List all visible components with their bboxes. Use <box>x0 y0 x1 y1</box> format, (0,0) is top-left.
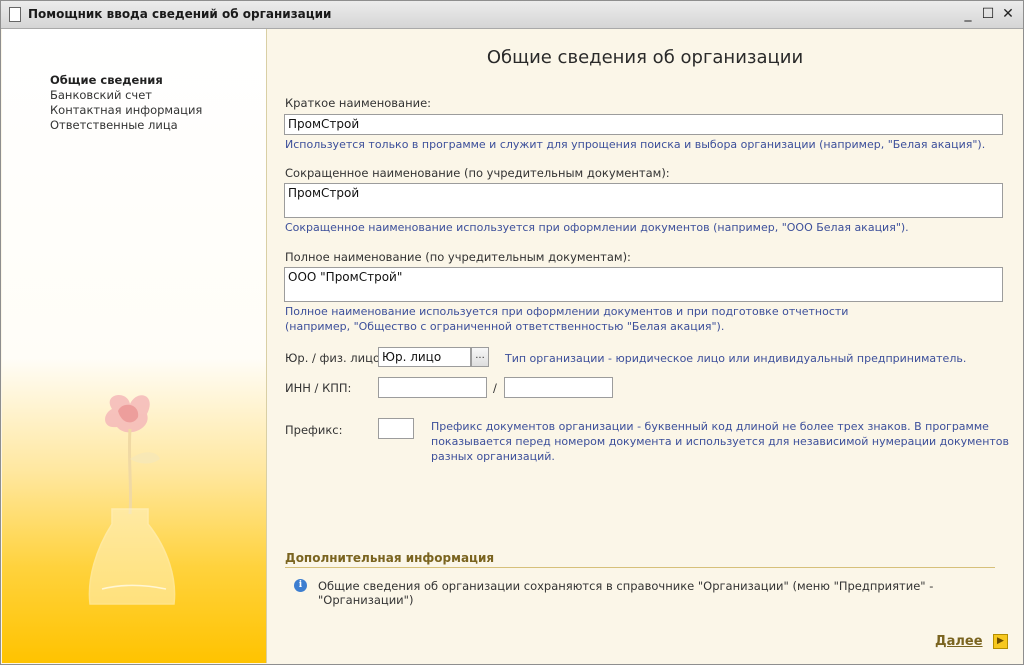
short-name-field[interactable]: ПромСтрой <box>284 114 1003 135</box>
kpp-field[interactable] <box>504 377 613 398</box>
entity-type-label: Юр. / физ. лицо: <box>285 351 384 365</box>
prefix-hint-line2: показывается перед номером документа и и… <box>431 435 1010 448</box>
abbr-name-label: Сокращенное наименование (по учредительн… <box>285 166 670 180</box>
window-title: Помощник ввода сведений об организации <box>28 7 332 21</box>
inn-kpp-label: ИНН / КПП: <box>285 381 352 395</box>
maximize-button[interactable]: ☐ <box>979 5 997 23</box>
entity-type-hint: Тип организации - юридическое лицо или и… <box>505 352 967 365</box>
info-icon: i <box>294 579 307 592</box>
nav-item-contacts[interactable]: Контактная информация <box>50 103 202 118</box>
full-name-field[interactable]: ООО "ПромСтрой" <box>284 267 1003 302</box>
next-button[interactable]: Далее <box>935 634 983 649</box>
entity-type-select-button[interactable]: ... <box>471 347 489 367</box>
abbr-name-field[interactable]: ПромСтрой <box>284 183 1003 218</box>
document-icon <box>9 7 21 22</box>
prefix-hint-line3: разных организаций. <box>431 450 555 463</box>
full-name-hint-line2: (например, "Общество с ограниченной отве… <box>285 320 725 333</box>
prefix-label: Префикс: <box>285 423 343 437</box>
prefix-hint-line1: Префикс документов организации - буквенн… <box>431 420 989 433</box>
wizard-window: Помощник ввода сведений об организации _… <box>0 0 1024 665</box>
inn-kpp-separator: / <box>493 381 497 395</box>
abbr-name-hint: Сокращенное наименование используется пр… <box>285 221 909 234</box>
inn-field[interactable] <box>378 377 487 398</box>
close-button[interactable]: ✕ <box>999 5 1017 23</box>
nav-item-general[interactable]: Общие сведения <box>50 73 202 88</box>
nav-item-bank-account[interactable]: Банковский счет <box>50 88 202 103</box>
full-name-label: Полное наименование (по учредительным до… <box>285 250 631 264</box>
additional-info-title: Дополнительная информация <box>285 551 995 568</box>
full-name-hint-line1: Полное наименование используется при офо… <box>285 305 849 318</box>
section-nav: Общие сведения Банковский счет Контактна… <box>50 73 202 133</box>
rose-vase-illustration <box>88 394 176 605</box>
nav-item-responsible[interactable]: Ответственные лица <box>50 118 202 133</box>
arrow-right-icon[interactable]: ▶ <box>993 634 1008 649</box>
title-bar: Помощник ввода сведений об организации _… <box>1 1 1023 29</box>
left-panel: Общие сведения Банковский счет Контактна… <box>2 29 267 663</box>
minimize-button[interactable]: _ <box>959 5 977 23</box>
additional-info-text: Общие сведения об организации сохраняютс… <box>318 579 934 607</box>
main-panel: Общие сведения об организации Краткое на… <box>267 29 1023 663</box>
prefix-field[interactable] <box>378 418 414 439</box>
entity-type-field[interactable]: Юр. лицо <box>378 347 471 367</box>
page-title: Общие сведения об организации <box>486 47 804 68</box>
short-name-label: Краткое наименование: <box>285 96 432 110</box>
short-name-hint: Используется только в программе и служит… <box>285 138 986 151</box>
